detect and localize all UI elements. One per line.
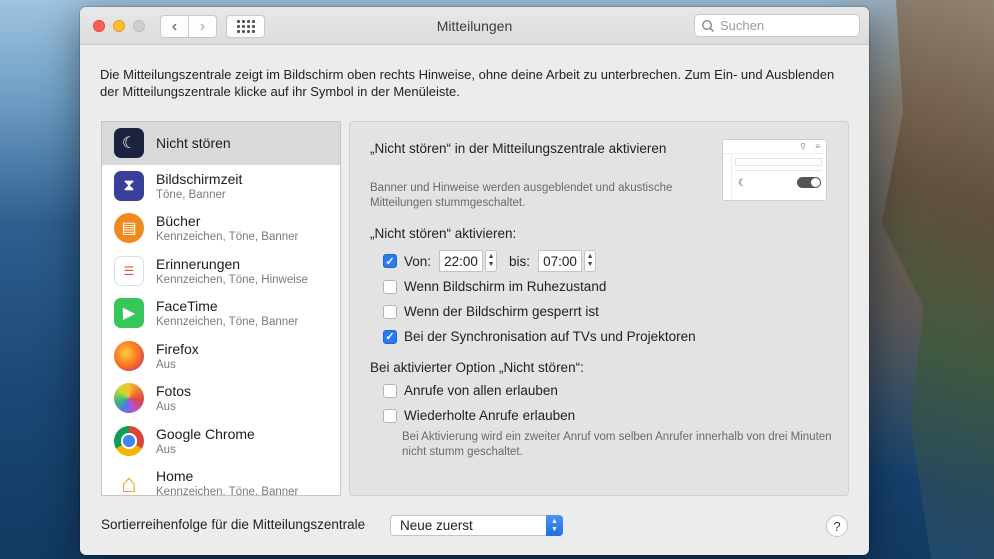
option-row[interactable]: Wenn der Bildschirm gesperrt ist	[383, 304, 599, 319]
photos-flower-icon	[114, 383, 144, 414]
search-input[interactable]	[720, 18, 850, 33]
option-label: Wenn Bildschirm im Ruhezustand	[404, 279, 607, 294]
allow-all-calls-checkbox[interactable]	[383, 383, 397, 398]
search-icon	[701, 19, 715, 32]
notification-center-preview: ⚲ ≡ ☾	[722, 139, 827, 201]
app-name: Firefox	[156, 340, 199, 357]
app-item-bildschirmzeit[interactable]: ⧗ Bildschirmzeit Töne, Banner	[102, 165, 340, 208]
from-time-field[interactable]: 22:00	[439, 250, 484, 272]
app-name: Nicht stören	[156, 135, 231, 152]
chevron-updown-icon: ▲ ▼	[546, 515, 563, 536]
when-active-label: Bei aktivierter Option „Nicht stören“:	[370, 360, 584, 375]
list-icon: ≡	[815, 142, 820, 151]
option-row[interactable]: Wenn Bildschirm im Ruhezustand	[383, 279, 606, 294]
activate-label: „Nicht stören“ aktivieren:	[370, 226, 517, 241]
help-button[interactable]: ?	[826, 515, 848, 537]
option-label: Anrufe von allen erlauben	[404, 383, 558, 398]
video-camera-icon: ▶	[114, 298, 144, 329]
sort-order-value: Neue zuerst	[400, 518, 473, 533]
app-item-facetime[interactable]: ▶ FaceTime Kennzeichen, Töne, Banner	[102, 292, 340, 335]
reminders-icon: ☰	[114, 255, 144, 286]
app-subtitle: Töne, Banner	[156, 188, 226, 201]
app-item-home[interactable]: ⌂ Home Kennzeichen, Töne, Banner	[102, 462, 340, 496]
app-subtitle: Kennzeichen, Töne, Banner	[156, 316, 299, 329]
app-name: FaceTime	[156, 298, 218, 315]
call-option-row[interactable]: Wiederholte Anrufe erlauben	[383, 408, 575, 423]
intro-text: Die Mitteilungszentrale zeigt im Bildsch…	[100, 67, 835, 99]
to-label: bis:	[509, 253, 531, 269]
app-subtitle: Aus	[156, 358, 176, 371]
app-name: Bildschirmzeit	[156, 170, 243, 187]
app-name: Erinnerungen	[156, 255, 241, 272]
desktop-wallpaper	[882, 0, 994, 559]
panel-heading: „Nicht stören“ in der Mitteilungszentral…	[370, 141, 667, 156]
mirroring-checkbox[interactable]: ✓	[383, 329, 397, 344]
title-bar: ‹ › Mitteilungen	[80, 7, 869, 45]
call-option-row[interactable]: Anrufe von allen erlauben	[383, 383, 558, 398]
from-time-stepper[interactable]: ▲ ▼	[485, 250, 498, 272]
schedule-checkbox[interactable]: ✓	[383, 254, 397, 268]
to-time-field[interactable]: 07:00	[538, 250, 583, 272]
app-subtitle: Aus	[156, 443, 176, 456]
to-time-stepper[interactable]: ▲ ▼	[584, 250, 597, 272]
app-subtitle: Kennzeichen, Töne, Banner	[156, 231, 299, 244]
repeated-calls-checkbox[interactable]	[383, 408, 397, 423]
app-subtitle: Aus	[156, 401, 176, 414]
locked-checkbox[interactable]	[383, 304, 397, 319]
sort-order-select[interactable]: Neue zuerst ▲ ▼	[390, 515, 563, 536]
app-name: Fotos	[156, 383, 192, 400]
moon-icon: ☾	[114, 128, 144, 159]
book-icon: ▤	[114, 213, 144, 244]
system-preferences-window: ‹ › Mitteilungen Die Mitteilungszentrale…	[80, 7, 869, 555]
search-icon: ⚲	[800, 142, 806, 151]
option-label: Bei der Synchronisation auf TVs und Proj…	[404, 329, 696, 344]
app-subtitle: Kennzeichen, Töne, Banner	[156, 486, 299, 496]
app-item-google-chrome[interactable]: Google Chrome Aus	[102, 420, 340, 463]
option-label: Wenn der Bildschirm gesperrt ist	[404, 304, 599, 319]
hourglass-icon: ⧗	[114, 170, 144, 201]
panel-note: Banner und Hinweise werden ausgeblendet …	[370, 182, 673, 209]
toggle-icon	[797, 177, 821, 188]
app-subtitle: Kennzeichen, Töne, Hinweise	[156, 273, 308, 286]
app-name: Home	[156, 468, 194, 485]
app-item-nicht-stoeren[interactable]: ☾ Nicht stören	[102, 122, 340, 165]
repeated-calls-note: Bei Aktivierung wird ein zweiter Anruf v…	[402, 431, 832, 458]
app-list[interactable]: ☾ Nicht stören ⧗ Bildschirmzeit Töne, Ban…	[101, 121, 341, 496]
app-item-fotos[interactable]: Fotos Aus	[102, 377, 340, 420]
moon-icon: ☾	[738, 178, 747, 189]
option-row[interactable]: ✓ Bei der Synchronisation auf TVs und Pr…	[383, 329, 696, 344]
from-label: Von:	[404, 253, 432, 269]
app-name: Bücher	[156, 213, 201, 230]
app-item-erinnerungen[interactable]: ☰ Erinnerungen Kennzeichen, Töne, Hinweis…	[102, 250, 340, 293]
do-not-disturb-panel: „Nicht stören“ in der Mitteilungszentral…	[349, 121, 849, 496]
sleep-checkbox[interactable]	[383, 279, 397, 294]
option-label: Wiederholte Anrufe erlauben	[404, 408, 576, 423]
app-name: Google Chrome	[156, 425, 255, 442]
app-item-firefox[interactable]: Firefox Aus	[102, 335, 340, 378]
firefox-icon	[114, 340, 144, 371]
search-field[interactable]	[694, 14, 860, 37]
schedule-row: ✓ Von: 22:00 ▲ ▼ bis: 07:00 ▲ ▼	[383, 250, 597, 272]
house-icon: ⌂	[121, 467, 137, 496]
sort-order-label: Sortierreihenfolge für die Mitteilungsze…	[101, 517, 366, 532]
chrome-icon	[114, 425, 144, 456]
app-item-buecher[interactable]: ▤ Bücher Kennzeichen, Töne, Banner	[102, 207, 340, 250]
